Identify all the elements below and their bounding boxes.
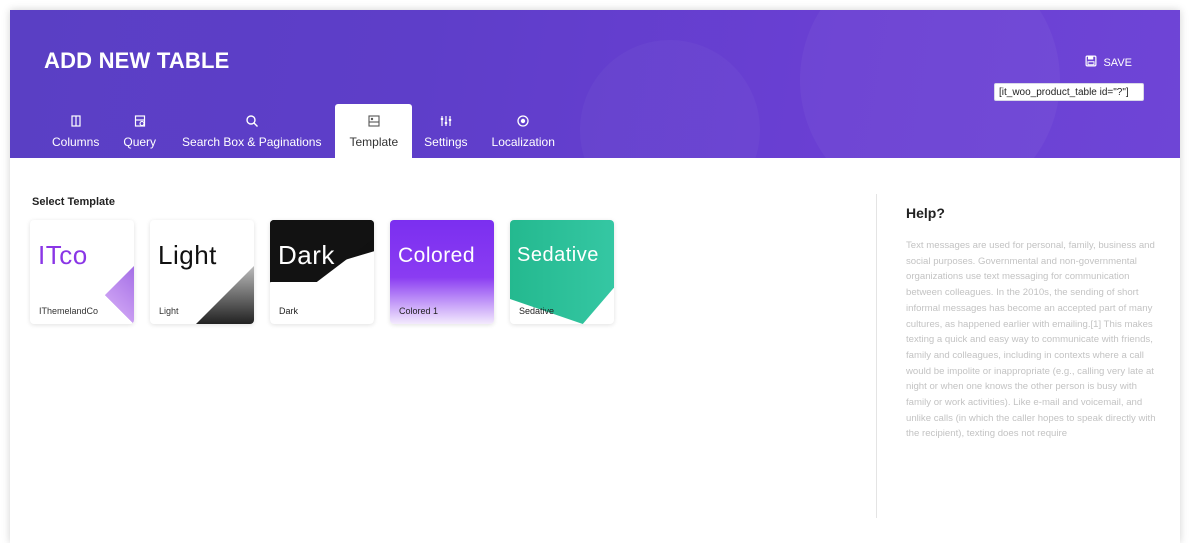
tab-query[interactable]: Query [111, 104, 168, 158]
template-icon [367, 114, 381, 131]
search-icon [245, 114, 259, 131]
tab-label: Template [349, 134, 399, 149]
template-name: Colored 1 [399, 306, 439, 316]
settings-sliders-icon [439, 114, 453, 131]
tab-search-box[interactable]: Search Box & Paginations [168, 104, 335, 158]
tab-localization[interactable]: Localization [480, 104, 567, 158]
template-preview-text: Light [158, 240, 217, 270]
shortcode-field[interactable]: [it_woo_product_table id="?"] [994, 83, 1144, 101]
template-card-colored-1[interactable]: Colored Colored 1 [390, 220, 494, 324]
template-card-dark[interactable]: Dark Dark [270, 220, 374, 324]
tab-label: Localization [491, 134, 555, 149]
template-preview-text: Colored [398, 244, 476, 267]
help-text: Text messages are used for personal, fam… [906, 240, 1156, 440]
sidebar-divider [876, 194, 877, 518]
query-icon [133, 114, 147, 131]
columns-icon [69, 114, 83, 131]
save-label: SAVE [1103, 56, 1132, 69]
tab-label: Query [123, 134, 157, 149]
tab-columns[interactable]: Columns [40, 104, 111, 158]
localization-icon [516, 114, 530, 131]
tab-label: Search Box & Paginations [182, 134, 322, 149]
save-button[interactable]: SAVE [1085, 55, 1132, 70]
template-card-ithemelandco[interactable]: ITco IThemelandCo [30, 220, 134, 324]
main-content: Select Template ITco IThemelandCo Light … [10, 158, 1180, 543]
page-title: ADD NEW TABLE [44, 48, 230, 73]
help-title: Help? [906, 205, 945, 221]
template-preview-text: ITco [38, 240, 88, 270]
select-template-label: Select Template [32, 196, 115, 208]
template-name: Sedative [519, 306, 555, 316]
tab-template[interactable]: Template [335, 104, 413, 158]
tab-settings[interactable]: Settings [412, 104, 479, 158]
tab-bar: Columns Query Search Box & Paginations T… [40, 104, 567, 158]
save-icon [1085, 55, 1097, 70]
card-accent-shape [196, 266, 254, 324]
template-card-sedative[interactable]: Sedative Sedative [510, 220, 614, 324]
template-card-light[interactable]: Light Light [150, 220, 254, 324]
header-decoration [580, 40, 760, 158]
template-name: Dark [279, 306, 299, 316]
template-name: Light [159, 306, 179, 316]
tab-label: Settings [424, 134, 468, 149]
page-frame: ADD NEW TABLE SAVE [it_woo_product_table… [10, 10, 1180, 543]
template-preview-text: Sedative [517, 244, 599, 266]
template-name: IThemelandCo [39, 306, 99, 316]
tab-label: Columns [52, 134, 100, 149]
header: ADD NEW TABLE SAVE [it_woo_product_table… [10, 10, 1180, 158]
template-list: ITco IThemelandCo Light Light Dark Dark … [30, 220, 614, 324]
template-preview-text: Dark [278, 240, 335, 270]
